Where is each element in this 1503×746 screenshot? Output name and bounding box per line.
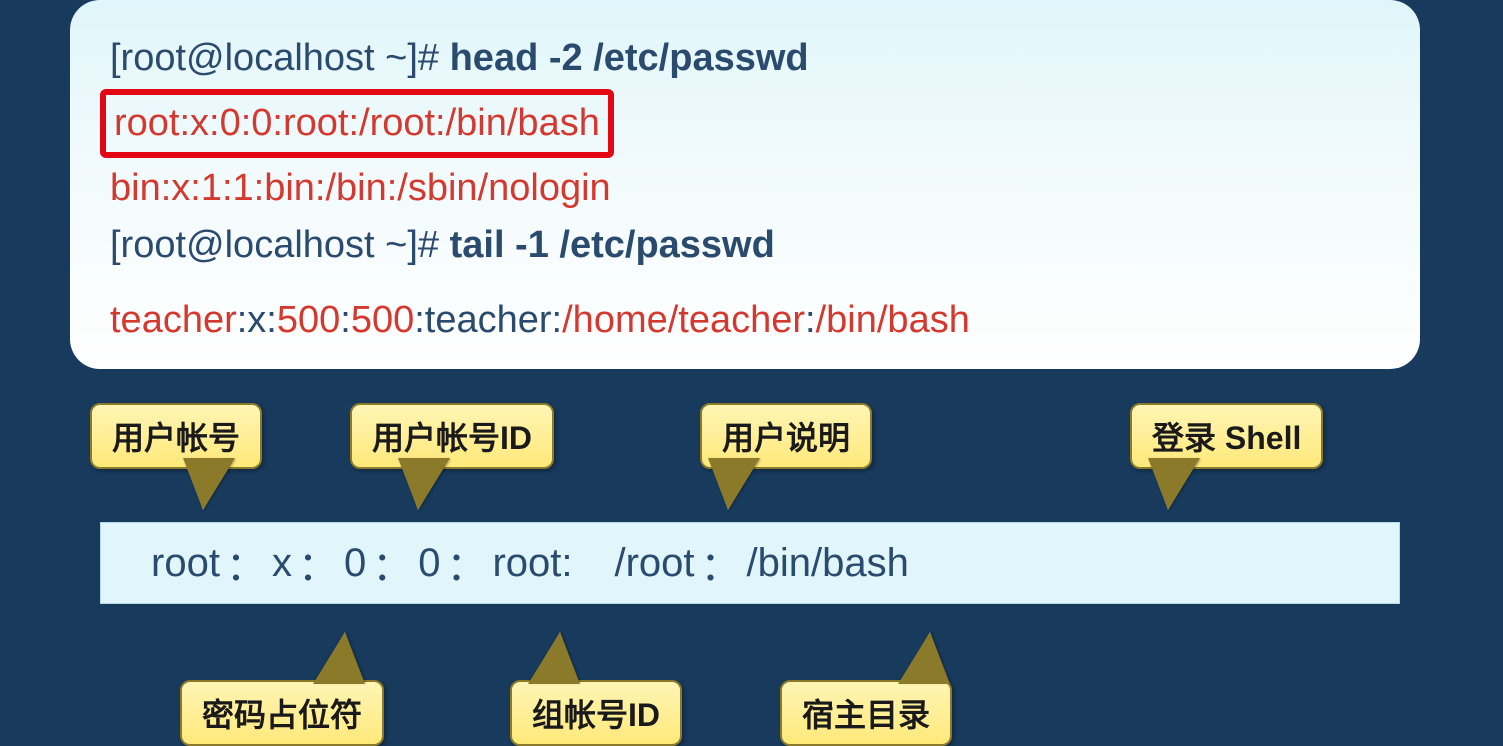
tail-icon	[1150, 460, 1198, 510]
field-username: root	[151, 541, 220, 586]
tail-icon	[315, 632, 363, 682]
label-group-id: 组帐号ID	[510, 680, 682, 746]
output-line-root: root:x:0:0:root:/root:/bin/bash	[114, 95, 600, 152]
prompt: [root@localhost ~]#	[110, 224, 439, 266]
tail-icon	[400, 460, 448, 510]
command-head: head -2 /etc/passwd	[450, 37, 809, 79]
sep: ：	[226, 534, 266, 592]
label-home-dir: 宿主目录	[780, 680, 952, 746]
label-password-placeholder: 密码占位符	[180, 680, 384, 746]
sep: ：	[446, 534, 486, 592]
output-line-bin: bin:x:1:1:bin:/bin:/sbin/nologin	[110, 160, 1390, 217]
sep: ：	[701, 534, 741, 592]
highlighted-line: root:x:0:0:root:/root:/bin/bash	[100, 89, 614, 158]
field-password: x	[272, 541, 292, 586]
output-line-teacher: teacher:x:500:500:teacher:/home/teacher:…	[110, 292, 1390, 349]
command-line-2: [root@localhost ~]# tail -1 /etc/passwd	[110, 217, 1390, 274]
sep: ：	[298, 534, 338, 592]
label-user-id: 用户帐号ID	[350, 403, 554, 469]
command-line-1: [root@localhost ~]# head -2 /etc/passwd	[110, 30, 1390, 87]
terminal-output: [root@localhost ~]# head -2 /etc/passwd …	[70, 0, 1420, 369]
tail-icon	[530, 632, 578, 682]
tail-icon	[900, 632, 948, 682]
field-breakdown-strip: root ： x ： 0 ： 0 ： root: /root ： /bin/ba…	[100, 522, 1400, 604]
sep: ：	[372, 534, 412, 592]
prompt: [root@localhost ~]#	[110, 37, 439, 79]
command-tail: tail -1 /etc/passwd	[450, 224, 775, 266]
field-shell: /bin/bash	[747, 541, 909, 586]
tail-icon	[710, 460, 758, 510]
label-user-account: 用户帐号	[90, 403, 262, 469]
field-uid: 0	[344, 541, 366, 586]
field-comment: root:	[492, 541, 572, 586]
field-home: /root	[614, 541, 694, 586]
tail-icon	[185, 460, 233, 510]
field-gid: 0	[418, 541, 440, 586]
